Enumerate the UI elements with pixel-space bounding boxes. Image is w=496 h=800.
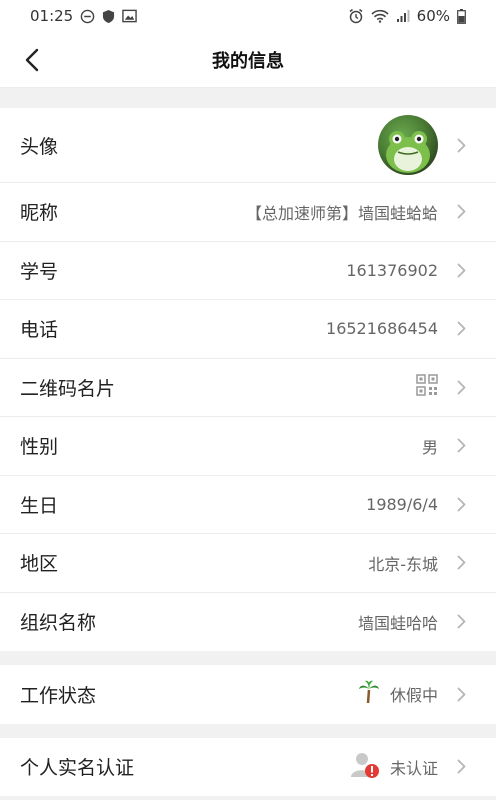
phone-label: 电话 [20, 319, 59, 342]
dnd-icon [80, 9, 95, 24]
work-status-row[interactable]: 工作状态 休假中 [0, 665, 496, 724]
section-gap [0, 723, 496, 738]
verification-row[interactable]: 个人实名认证 未认证 [0, 738, 496, 797]
region-row[interactable]: 地区 北京-东城 [0, 534, 496, 593]
work-status-section: 工作状态 休假中 [0, 665, 496, 724]
region-label: 地区 [20, 553, 59, 576]
student-id-value: 161376902 [346, 260, 438, 280]
chevron-right-icon [454, 378, 468, 396]
chevron-right-icon [454, 320, 468, 338]
chevron-right-icon [454, 136, 468, 154]
chevron-right-icon [454, 203, 468, 221]
organization-row[interactable]: 组织名称 墙国蛙哈哈 [0, 593, 496, 652]
gender-value: 男 [421, 437, 438, 457]
gender-row[interactable]: 性别 男 [0, 417, 496, 476]
avatar [378, 115, 438, 175]
gender-label: 性别 [20, 436, 59, 459]
status-bar: 01:25 60% [0, 0, 496, 32]
section-gap [0, 88, 496, 108]
nav-bar: 我的信息 [0, 32, 496, 88]
chevron-right-icon [454, 495, 468, 513]
avatar-row[interactable]: 头像 [0, 108, 496, 183]
chevron-right-icon [454, 758, 468, 776]
birthday-label: 生日 [20, 494, 59, 517]
chevron-right-icon [454, 261, 468, 279]
battery-percent: 60% [416, 7, 450, 25]
page-title: 我的信息 [212, 50, 284, 72]
alarm-icon [348, 8, 364, 24]
verification-value: 未认证 [389, 758, 438, 778]
signal-icon [396, 9, 410, 23]
phone-value: 16521686454 [326, 319, 438, 339]
chevron-right-icon [454, 685, 468, 703]
birthday-row[interactable]: 生日 1989/6/4 [0, 476, 496, 534]
birthday-value: 1989/6/4 [366, 494, 438, 514]
region-value: 北京-东城 [368, 554, 438, 574]
profile-section: 头像 昵称 【总加速师第】墙国蛙蛤蛤 学号 161376902 电话 16521… [0, 108, 496, 651]
nickname-row[interactable]: 昵称 【总加速师第】墙国蛙蛤蛤 [0, 183, 496, 242]
chevron-right-icon [454, 613, 468, 631]
nickname-value: 【总加速师第】墙国蛙蛤蛤 [245, 203, 438, 223]
image-icon [122, 9, 137, 23]
back-button[interactable] [16, 44, 48, 76]
qrcode-label: 二维码名片 [20, 377, 116, 400]
palm-tree-icon [358, 680, 380, 708]
qrcode-icon [416, 374, 438, 400]
chevron-right-icon [454, 554, 468, 572]
section-gap [0, 651, 496, 665]
qrcode-row[interactable]: 二维码名片 [0, 359, 496, 417]
phone-row[interactable]: 电话 16521686454 [0, 300, 496, 359]
verification-section: 个人实名认证 未认证 [0, 737, 496, 797]
student-id-label: 学号 [20, 260, 59, 283]
student-id-row[interactable]: 学号 161376902 [0, 242, 496, 300]
battery-icon [457, 8, 466, 24]
organization-value: 墙国蛙哈哈 [357, 613, 438, 633]
shield-icon [102, 9, 115, 24]
work-status-value: 休假中 [389, 686, 438, 706]
verification-label: 个人实名认证 [20, 757, 135, 780]
avatar-label: 头像 [20, 135, 59, 158]
chevron-right-icon [454, 437, 468, 455]
chevron-left-icon [25, 48, 39, 72]
work-status-label: 工作状态 [20, 684, 97, 707]
user-alert-icon [350, 751, 380, 783]
nickname-label: 昵称 [20, 202, 59, 225]
wifi-icon [371, 9, 389, 23]
organization-label: 组织名称 [20, 612, 97, 635]
status-time: 01:25 [30, 7, 74, 25]
